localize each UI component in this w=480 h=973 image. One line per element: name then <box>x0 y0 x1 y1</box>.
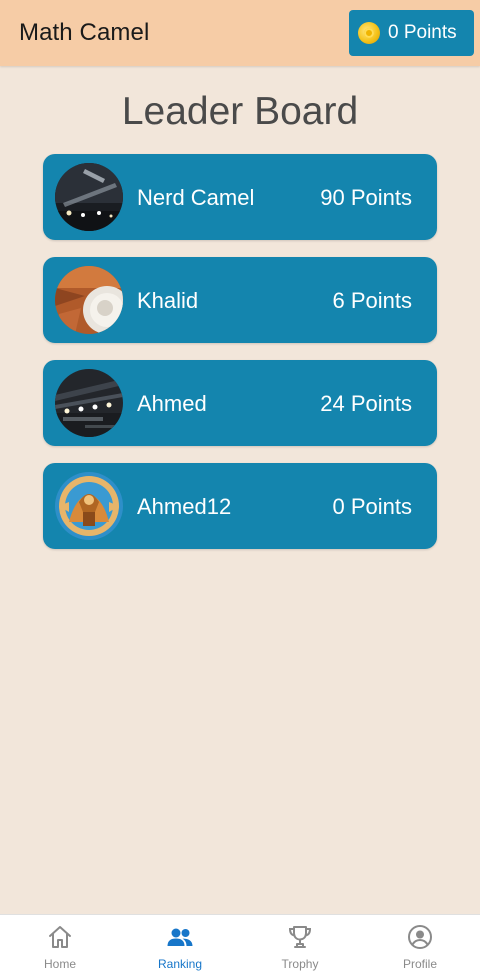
home-icon <box>49 926 71 948</box>
points-label: 0 Points <box>388 22 457 43</box>
player-name: Ahmed <box>137 391 207 416</box>
nav-label-ranking: Ranking <box>157 957 203 971</box>
nav-label-profile: Profile <box>402 957 437 971</box>
player-points: 0 Points <box>332 494 413 519</box>
player-points: 90 Points <box>320 185 412 210</box>
leaderboard-row[interactable]: Ahmed12 0 Points <box>43 463 437 549</box>
leaderboard-list: Nerd Camel 90 Points Khalid 6 Points Ahm… <box>43 154 437 566</box>
avatar <box>55 163 123 231</box>
player-points: 24 Points <box>320 391 412 416</box>
player-name: Ahmed12 <box>137 494 232 519</box>
leaderboard-row[interactable]: Nerd Camel 90 Points <box>43 154 437 240</box>
avatar <box>55 369 123 437</box>
trophy-icon <box>288 926 312 948</box>
page-title: Leader Board <box>121 90 359 133</box>
avatar <box>55 266 123 334</box>
player-points: 6 Points <box>332 288 413 313</box>
points-button[interactable]: 0 Points <box>349 10 474 56</box>
nav-item-ranking[interactable]: Ranking <box>120 915 240 973</box>
player-name: Nerd Camel <box>137 185 255 210</box>
leaderboard-row[interactable]: Khalid 6 Points <box>43 257 437 343</box>
bottom-navigation: Home Ranking Trophy Profile <box>0 914 480 973</box>
nav-item-trophy[interactable]: Trophy <box>240 915 360 973</box>
app-bar: Math Camel 0 Points <box>0 0 480 66</box>
app-title: Math Camel <box>19 19 150 46</box>
people-icon <box>167 928 193 946</box>
leaderboard-row[interactable]: Ahmed 24 Points <box>43 360 437 446</box>
coin-icon <box>358 22 380 44</box>
nav-item-home[interactable]: Home <box>0 915 120 973</box>
nav-item-profile[interactable]: Profile <box>360 915 480 973</box>
player-name: Khalid <box>137 288 199 313</box>
nav-label-trophy: Trophy <box>281 957 319 971</box>
profile-icon <box>408 925 432 949</box>
nav-label-home: Home <box>43 957 76 971</box>
avatar <box>55 472 123 540</box>
